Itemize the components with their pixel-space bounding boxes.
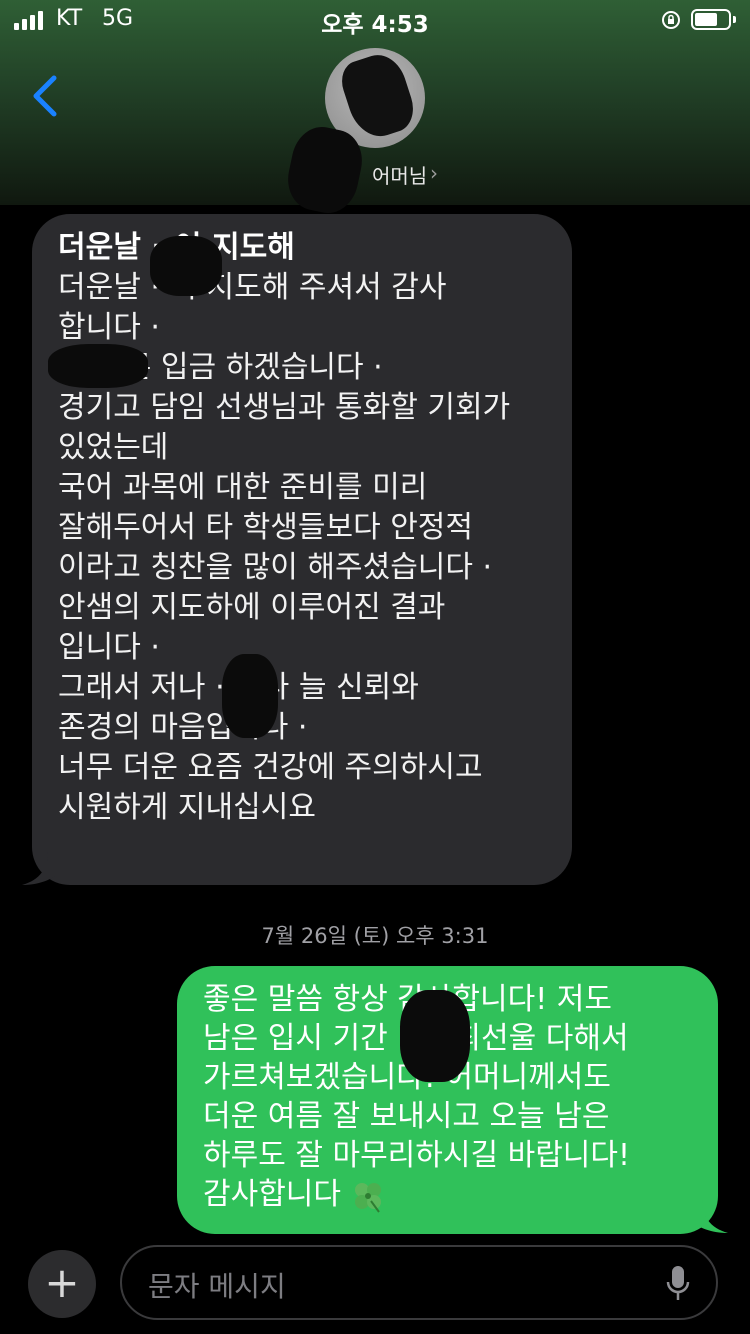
message-line: 더운날 ··이 지도해 주셔서 감사 bbox=[58, 270, 447, 305]
contact-name[interactable]: 어머님 bbox=[372, 160, 427, 189]
battery-tip bbox=[733, 16, 736, 23]
incoming-message-bubble[interactable]: 더운날 ··이 지도해 더운날 ··이 지도해 주셔서 감사 합니다 · ···… bbox=[32, 214, 572, 885]
rotation-lock-icon bbox=[662, 11, 680, 29]
redaction-mark bbox=[400, 990, 470, 1082]
message-line: 국어 과목에 대한 준비를 미리 bbox=[58, 470, 428, 505]
add-attachment-button[interactable]: + bbox=[28, 1250, 96, 1318]
message-line-last: 감사합니다 bbox=[203, 1175, 692, 1214]
message-line: 존경의 마음입니다 · bbox=[58, 710, 308, 745]
message-line: 그래서 저나 ··이나 늘 신뢰와 bbox=[58, 670, 419, 705]
chevron-left-icon[interactable] bbox=[30, 74, 62, 118]
redaction-mark bbox=[150, 236, 222, 296]
chevron-right-icon[interactable]: › bbox=[430, 161, 438, 185]
microphone-icon[interactable] bbox=[666, 1265, 690, 1303]
status-time: 오후 4:53 bbox=[321, 12, 429, 38]
message-line: 합니다 · bbox=[58, 310, 160, 345]
message-line: 입니다 · bbox=[58, 630, 160, 665]
incoming-bubble-tail bbox=[22, 852, 60, 885]
four-leaf-clover-icon bbox=[355, 1182, 381, 1213]
message-timestamp: 7월 26일 (토) 오후 3:31 bbox=[261, 924, 489, 948]
message-line: 너무 더운 요즘 건강에 주의하시고 bbox=[58, 750, 483, 785]
message-text: 감사합니다 bbox=[203, 1177, 341, 1212]
status-bar: KT 5G 오후 4:53 bbox=[0, 0, 750, 40]
message-line: 시원하게 지내십시요 bbox=[58, 790, 316, 825]
redaction-mark bbox=[222, 654, 278, 738]
message-title: 더운날 ··이 지도해 bbox=[58, 230, 295, 265]
message-line: 잘해두어서 타 학생들보다 안정적 bbox=[58, 510, 474, 545]
message-line: 있었는데 bbox=[58, 430, 169, 465]
redaction-mark bbox=[48, 344, 148, 388]
message-line: 하루도 잘 마무리하시길 바랍니다! bbox=[203, 1138, 631, 1173]
outgoing-bubble-tail bbox=[690, 1200, 728, 1233]
conversation-header: KT 5G 오후 4:53 어머님 › bbox=[0, 0, 750, 219]
message-input-placeholder: 문자 메시지 bbox=[148, 1270, 286, 1303]
message-input[interactable]: 문자 메시지 bbox=[120, 1245, 718, 1320]
message-line: 이라고 칭찬을 많이 해주셨습니다 · bbox=[58, 550, 493, 585]
message-line: 경기고 담임 선생님과 통화할 기회가 bbox=[58, 390, 511, 425]
message-line: 더운 여름 잘 보내시고 오늘 남은 bbox=[203, 1099, 610, 1134]
message-line: 안샘의 지도하에 이루어진 결과 bbox=[58, 590, 446, 625]
battery-icon bbox=[691, 9, 731, 30]
